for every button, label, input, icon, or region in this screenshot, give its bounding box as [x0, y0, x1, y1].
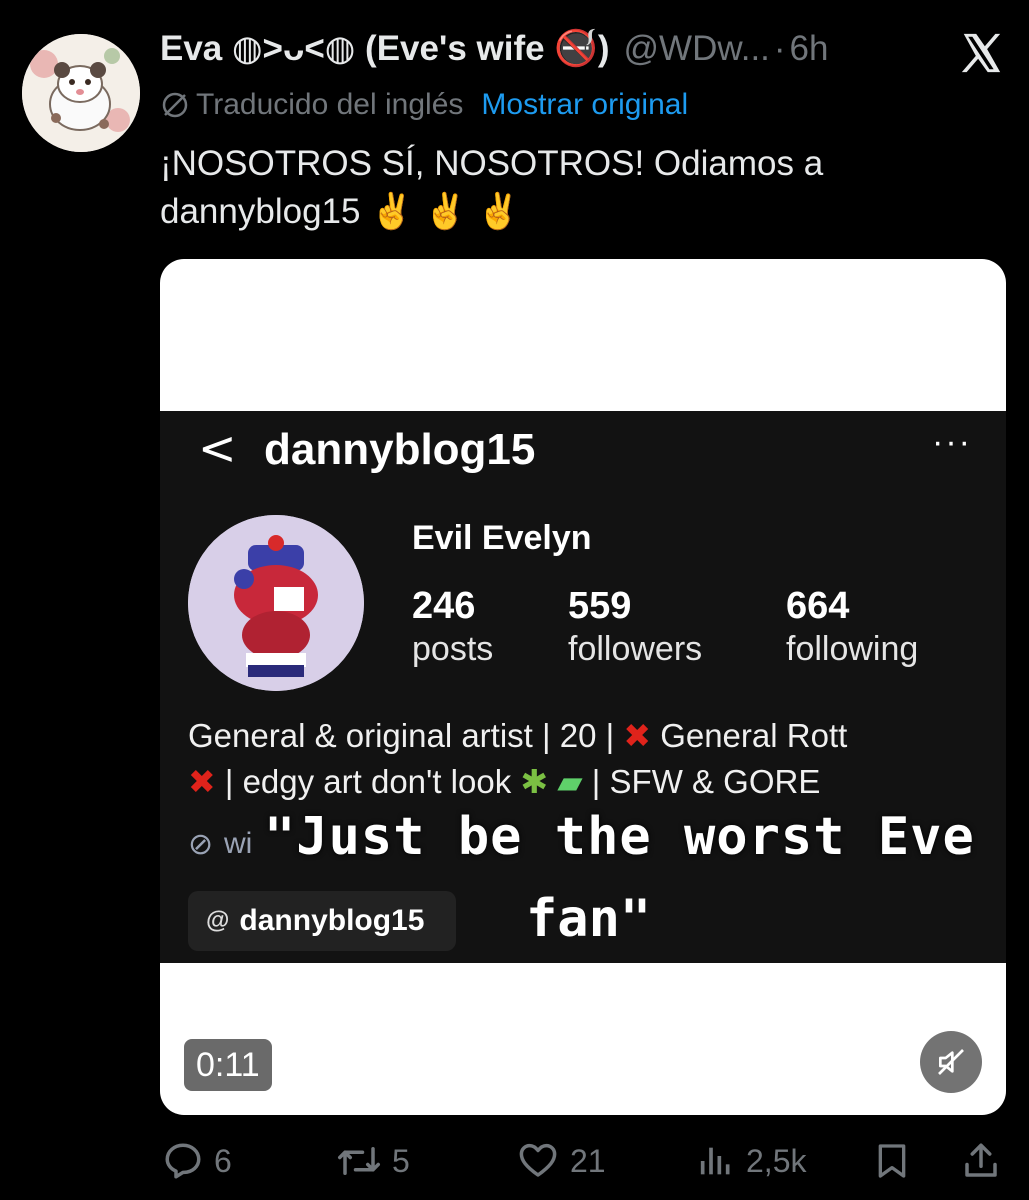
threads-badge: @ dannyblog15 — [188, 891, 456, 951]
show-original-link[interactable]: Mostrar original — [481, 88, 688, 122]
stat-following-label: following — [786, 630, 919, 668]
more-options-icon: ··· — [932, 423, 972, 461]
tweet-header: Eva ◍˃ᴗ˂◍ (Eve's wife 🚭) @WDw... · 6h — [160, 28, 828, 69]
like-icon — [519, 1143, 557, 1177]
stat-followers-number: 559 — [568, 585, 632, 627]
x-logo-icon[interactable] — [958, 30, 1004, 76]
reply-icon — [165, 1143, 201, 1179]
profile-picture — [188, 515, 364, 691]
share-button[interactable] — [960, 1138, 1012, 1184]
views-icon — [700, 1147, 730, 1175]
video-caption-line1: "Just be the worst Eve — [264, 807, 975, 867]
video-caption-line2: fan" — [526, 889, 652, 949]
threads-handle: dannyblog15 — [239, 904, 425, 937]
stat-posts-label: posts — [412, 630, 494, 668]
views-button[interactable]: 2,5k — [696, 1138, 806, 1184]
bio-line1-part2: General Rott — [660, 717, 848, 754]
bio-line1-part1: General & original artist | 20 | — [188, 717, 615, 754]
stat-posts: 246 posts — [412, 585, 493, 669]
profile-display-name: Evil Evelyn — [412, 519, 592, 557]
tweet-text: ¡NOSOTROS SÍ, NOSOTROS! Odiamos a dannyb… — [160, 144, 824, 231]
views-count: 2,5k — [746, 1142, 807, 1179]
bio-line2-part1: | edgy art don't look — [224, 763, 512, 800]
video-frame[interactable]: < dannyblog15 ··· Evil Evelyn 246 posts … — [160, 411, 1006, 963]
stat-following-number: 664 — [786, 585, 850, 627]
repost-count: 5 — [392, 1142, 410, 1179]
link-icon: ⊘ — [188, 828, 214, 861]
stat-following: 664 following — [786, 585, 918, 669]
bio-line2-part2: | SFW & GORE — [591, 763, 821, 800]
stat-followers-label: followers — [568, 630, 703, 668]
bookmark-button[interactable] — [872, 1138, 922, 1184]
reply-count: 6 — [214, 1142, 232, 1179]
profile-username: dannyblog15 — [264, 425, 536, 474]
bug-icon: ✱ — [520, 763, 549, 800]
opossum-avatar-image — [22, 34, 140, 152]
header-separator: · — [773, 28, 786, 68]
threads-icon: @ — [206, 907, 230, 934]
share-icon — [965, 1143, 997, 1177]
red-x-icon: ✖ — [188, 763, 216, 800]
water-gun-icon: ▰ — [557, 763, 583, 800]
stat-followers: 559 followers — [568, 585, 702, 669]
profile-link: wi — [224, 827, 253, 860]
stat-posts-number: 246 — [412, 585, 476, 627]
like-button[interactable]: 21 — [516, 1138, 606, 1184]
red-x-icon: ✖ — [623, 717, 652, 754]
author-display-name[interactable]: Eva ◍˃ᴗ˂◍ (Eve's wife 🚭) — [160, 28, 610, 69]
translation-note: Traducido del inglés — [196, 88, 464, 121]
video-timer: 0:11 — [184, 1039, 272, 1091]
bookmark-icon — [878, 1144, 906, 1178]
reply-button[interactable]: 6 — [162, 1138, 232, 1184]
repost-icon — [338, 1147, 380, 1175]
like-count: 21 — [570, 1142, 606, 1179]
mute-button[interactable] — [920, 1031, 982, 1093]
translate-icon — [162, 92, 188, 118]
back-chevron-icon: < — [198, 421, 237, 475]
character-avatar-image — [188, 515, 364, 691]
author-avatar[interactable] — [22, 34, 140, 152]
tweet-timestamp[interactable]: 6h — [790, 29, 829, 69]
video-player[interactable]: < dannyblog15 ··· Evil Evelyn 246 posts … — [160, 259, 1006, 1115]
profile-bio: General & original artist | 20 | ✖ Gener… — [188, 713, 847, 805]
mute-icon — [938, 1049, 964, 1075]
repost-button[interactable]: 5 — [336, 1138, 410, 1184]
translation-row: Traducido del inglés Mostrar original — [160, 88, 688, 122]
author-handle[interactable]: @WDw... — [624, 29, 770, 69]
